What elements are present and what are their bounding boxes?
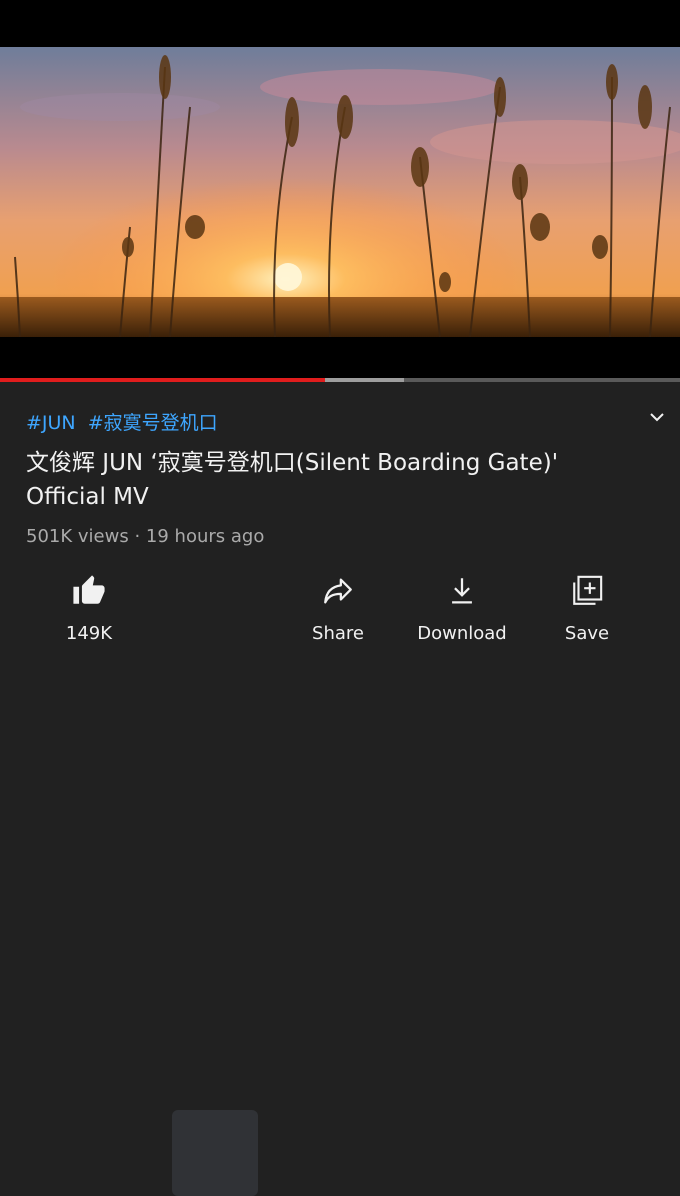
hashtag-jun[interactable]: #JUN xyxy=(26,412,76,434)
view-count: 501K views xyxy=(26,526,129,547)
meta-separator: · xyxy=(134,526,141,547)
thumbs-up-icon xyxy=(71,573,107,609)
download-icon xyxy=(444,573,480,609)
video-frame[interactable] xyxy=(0,47,680,337)
add-to-playlist-icon xyxy=(569,573,605,609)
expand-description-button[interactable] xyxy=(644,404,670,430)
save-button[interactable]: Save xyxy=(527,555,647,655)
upload-time: 19 hours ago xyxy=(145,526,265,547)
played-bar xyxy=(0,378,326,382)
download-button[interactable]: Download xyxy=(402,555,522,655)
video-meta: 501K views · 19 hours ago xyxy=(26,526,264,547)
action-bar: 149K Share Download Save xyxy=(0,555,680,1196)
chevron-down-icon xyxy=(650,413,664,422)
like-count: 149K xyxy=(65,623,113,644)
video-title[interactable]: 文俊辉 JUN ‘寂寞号登机口(Silent Boarding Gate)' O… xyxy=(26,446,636,514)
video-progress-bar[interactable] xyxy=(0,378,680,382)
hashtag-list: #JUN #寂寞号登机口 xyxy=(26,408,224,435)
download-label: Download xyxy=(417,623,507,644)
video-player[interactable] xyxy=(0,0,680,378)
save-label: Save xyxy=(564,623,610,644)
dislike-button-placeholder[interactable] xyxy=(172,1110,258,1196)
hashtag-silent-boarding-gate[interactable]: #寂寞号登机口 xyxy=(88,412,218,434)
share-label: Share xyxy=(312,623,364,644)
video-thumbnail-image xyxy=(0,47,680,337)
share-button[interactable]: Share xyxy=(278,555,398,655)
share-icon xyxy=(320,573,356,609)
like-button[interactable]: 149K xyxy=(29,555,149,655)
